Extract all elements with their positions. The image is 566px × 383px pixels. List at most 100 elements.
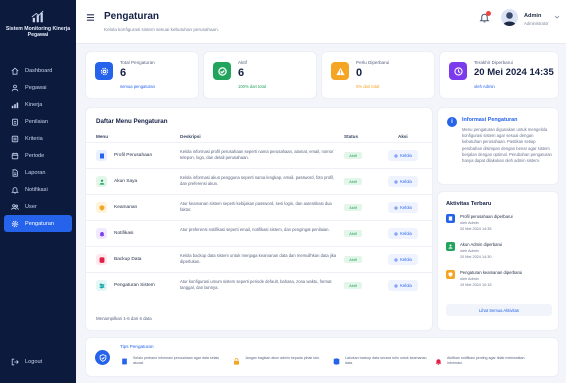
- stat-note: oleh Admin: [474, 84, 495, 89]
- sidebar-item-kinerja[interactable]: Kinerja: [4, 96, 72, 113]
- activity-icon-box: [446, 214, 455, 223]
- row-description: Kelola informasi profil perusahaan seper…: [180, 149, 334, 160]
- kelola-button[interactable]: Kelola: [388, 202, 418, 213]
- view-all-activity-label: Lihat Semua Aktivitas: [478, 307, 520, 313]
- table-row: Akun Saya Kelola informasi akun pengguna…: [86, 168, 432, 194]
- activity-time: 20 Mei 2024 14:30: [460, 255, 492, 259]
- kelola-button[interactable]: Kelola: [388, 228, 418, 239]
- row-icon-box: [96, 254, 107, 265]
- tip-text: Lakukan backup data secara rutin untuk k…: [345, 356, 427, 366]
- sidebar-item-user[interactable]: User: [4, 198, 72, 215]
- building-icon: [99, 153, 104, 158]
- status-badge: Aktif: [344, 152, 362, 159]
- info-title: Informasi Pengaturan: [462, 117, 518, 123]
- bell-icon: [99, 231, 104, 237]
- activity-time: 19 Mei 2024 10:15: [460, 283, 492, 287]
- tips-panel: Tips Pengaturan Selalu perbarui informas…: [86, 338, 558, 376]
- status-badge: Aktif: [344, 256, 362, 263]
- user-icon: [11, 84, 19, 91]
- tip-text: Aktifkan notifikasi penting agar tidak m…: [447, 356, 525, 366]
- users-icon: [11, 203, 19, 210]
- building-icon: [448, 216, 453, 221]
- stat-label: Perlu Diperbarui: [356, 60, 390, 65]
- stat-card-aktif: Aktif 6 100% dari total: [204, 52, 316, 98]
- chevron-down-icon[interactable]: [554, 14, 560, 20]
- view-all-activity-button[interactable]: Lihat Semua Aktivitas: [446, 304, 552, 316]
- home-icon: [11, 67, 19, 75]
- chart-icon: [11, 102, 19, 108]
- activity-text: Akun Admin diperbarui: [460, 242, 503, 247]
- row-icon-box: [96, 202, 107, 213]
- stat-card-terakhir-diperbarui: Terakhir Diperbarui 20 Mei 2024 14:35 ol…: [440, 52, 558, 98]
- sidebar-item-penilaian[interactable]: Penilaian: [4, 113, 72, 130]
- tips-shield-icon-box: [95, 350, 110, 365]
- status-badge: Aktif: [344, 204, 362, 211]
- stat-icon-box: [95, 62, 113, 80]
- notification-badge: [486, 11, 491, 16]
- sidebar-item-pegawai[interactable]: Pegawai: [4, 79, 72, 96]
- logo-icon: [31, 10, 44, 22]
- gear-icon: [394, 231, 398, 236]
- info-panel: i Informasi Pengaturan Menu pengaturan d…: [438, 108, 558, 184]
- kelola-label: Kelola: [400, 205, 412, 210]
- stat-card-total: Total Pengaturan 6 semua pengaturan: [86, 52, 198, 98]
- bell-icon: [435, 358, 441, 365]
- row-menu-name: Notifikasi: [114, 231, 134, 236]
- row-description: Atur konfigurasi umum sistem seperti per…: [180, 279, 332, 290]
- stat-icon-box: [213, 62, 231, 80]
- stat-note: 0% dari total: [356, 84, 380, 89]
- sidebar-item-label: Pengaturan: [25, 220, 54, 227]
- sidebar-item-label: User: [25, 203, 37, 210]
- user-icon: [448, 244, 453, 249]
- column-header-deskripsi: Deskripsi: [180, 134, 201, 139]
- column-header-menu: Menu: [96, 134, 108, 139]
- sidebar-item-laporan[interactable]: Laporan: [4, 164, 72, 181]
- tips-title: Tips Pengaturan: [120, 344, 154, 349]
- list-icon: [11, 135, 19, 142]
- kelola-button[interactable]: Kelola: [388, 280, 418, 291]
- brand-title: Sistem Monitoring Kinerja Pegawai: [5, 25, 71, 39]
- kelola-button[interactable]: Kelola: [388, 150, 418, 161]
- kelola-button[interactable]: Kelola: [388, 254, 418, 265]
- sidebar-item-dashboard[interactable]: Dashboard: [4, 62, 72, 79]
- sidebar-item-periode[interactable]: Periode: [4, 147, 72, 164]
- table-row: Keamanan Atur keamanan sistem seperti ke…: [86, 194, 432, 220]
- row-icon-box: [96, 176, 107, 187]
- activity-icon-box: [446, 242, 455, 251]
- avatar[interactable]: [501, 9, 518, 26]
- sidebar-item-pengaturan[interactable]: Pengaturan: [4, 215, 72, 232]
- row-menu-name: Backup Data: [114, 257, 142, 262]
- settings-table-card: Daftar Menu Pengaturan Menu Deskripsi St…: [86, 108, 432, 330]
- sidebar-item-kriteria[interactable]: Kriteria: [4, 130, 72, 147]
- menu-icon[interactable]: [86, 13, 95, 22]
- kelola-button[interactable]: Kelola: [388, 176, 418, 187]
- gear-icon: [394, 153, 398, 158]
- status-badge: Aktif: [344, 282, 362, 289]
- logout-button[interactable]: Logout: [4, 355, 42, 369]
- database-icon: [333, 357, 339, 365]
- row-icon-box: [96, 280, 107, 291]
- kelola-label: Kelola: [400, 153, 412, 158]
- table-row: Profil Perusahaan Kelola informasi profi…: [86, 142, 432, 168]
- column-header-aksi: Aksi: [398, 134, 408, 139]
- activity-icon-box: [446, 270, 455, 279]
- stat-value: 20 Mei 2024 14:35: [474, 67, 554, 78]
- activity-item: Akun Admin diperbarui oleh Admin 20 Mei …: [446, 242, 552, 268]
- tip-icon-box: [332, 357, 340, 365]
- tip-item: Aktifkan notifikasi penting agar tidak m…: [434, 356, 544, 374]
- row-icon-box: [96, 150, 107, 161]
- page-subtitle: Kelola konfigurasi sistem sesuai kebutuh…: [104, 27, 219, 32]
- sidebar-item-label: Notifikasi: [25, 186, 48, 193]
- info-icon: i: [447, 117, 457, 127]
- sidebar-item-notifikasi[interactable]: Notifikasi: [4, 181, 72, 198]
- table-row: Notifikasi Atur preferensi notifikasi se…: [86, 220, 432, 246]
- sidebar-item-label: Kriteria: [25, 135, 43, 142]
- top-header: Pengaturan Kelola konfigurasi sistem ses…: [76, 0, 566, 44]
- sidebar-item-label: Penilaian: [25, 118, 49, 125]
- stat-value: 0: [356, 67, 363, 79]
- shield-icon: [448, 272, 453, 277]
- tip-text: Selalu perbarui informasi perusahaan aga…: [133, 356, 220, 366]
- avatar-person-icon: [503, 12, 516, 26]
- database-icon: [99, 256, 104, 263]
- kelola-label: Kelola: [400, 283, 412, 288]
